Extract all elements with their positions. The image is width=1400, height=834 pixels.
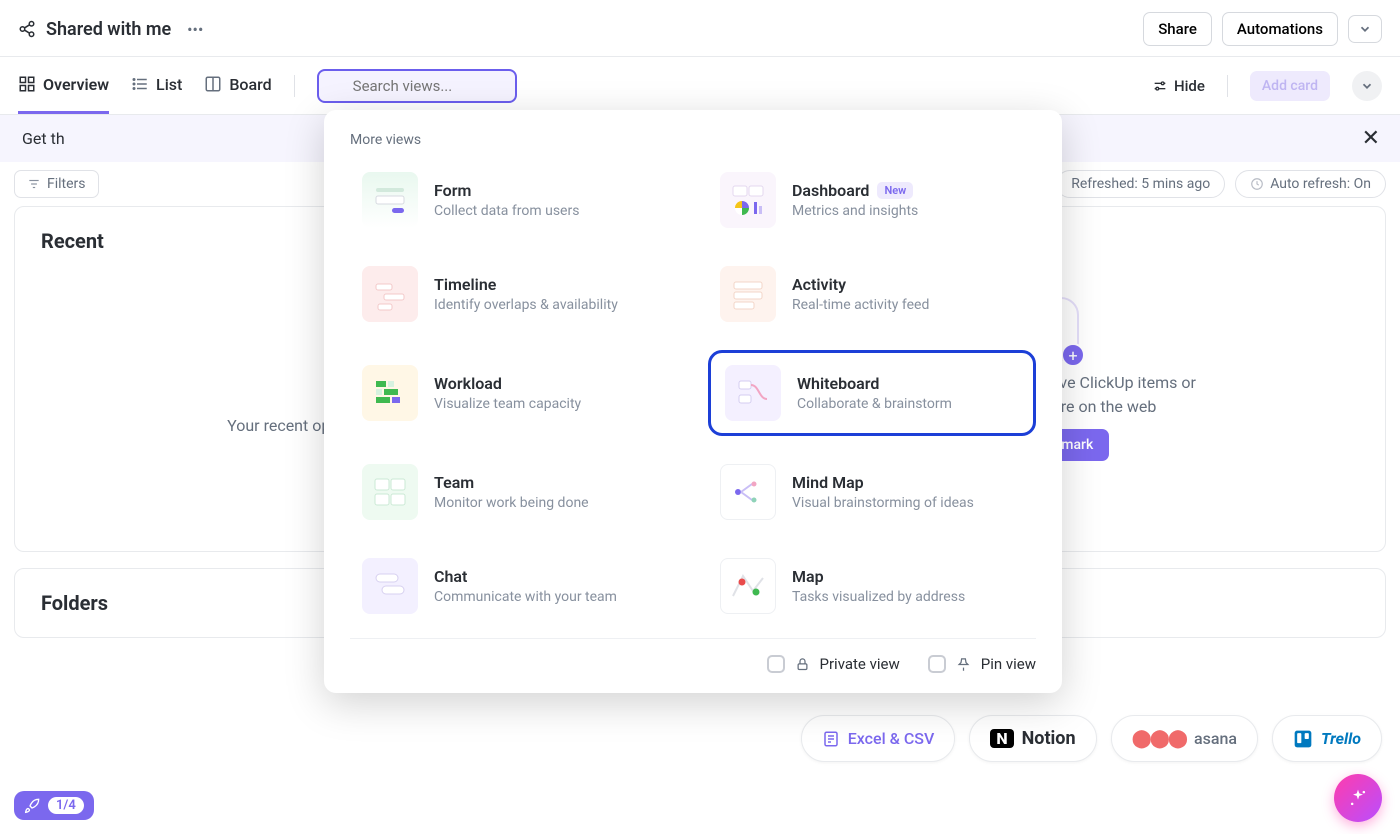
team-thumb-icon — [362, 464, 418, 520]
import-trello-button[interactable]: Trello — [1272, 715, 1382, 762]
view-option-activity[interactable]: Activity Real-time activity feed — [708, 256, 1036, 332]
share-network-icon — [18, 20, 36, 38]
whiteboard-thumb-icon — [725, 365, 781, 421]
dashboard-thumb-icon — [720, 172, 776, 228]
activity-thumb-icon — [720, 266, 776, 322]
page-title: Shared with me — [46, 19, 171, 40]
pin-view-toggle[interactable]: Pin view — [928, 655, 1036, 673]
view-option-whiteboard[interactable]: Whiteboard Collaborate & brainstorm — [708, 350, 1036, 436]
top-bar: Shared with me ••• Share Automations — [0, 0, 1400, 57]
tabs-bar: Overview List Board Hide Add card — [0, 57, 1400, 115]
rocket-icon — [24, 798, 40, 814]
tab-list[interactable]: List — [131, 57, 182, 114]
import-asana-button[interactable]: ⬤⬤⬤ asana — [1111, 715, 1258, 762]
mindmap-thumb-icon — [720, 464, 776, 520]
views-popup: More views Form Collect data from users … — [324, 110, 1062, 693]
import-excel-button[interactable]: Excel & CSV — [801, 715, 956, 762]
auto-refresh-chip[interactable]: Auto refresh: On — [1235, 170, 1386, 198]
filters-button[interactable]: Filters — [14, 170, 99, 198]
plus-badge-icon: + — [1061, 343, 1085, 367]
import-row: Excel & CSV N Notion ⬤⬤⬤ asana Trello — [801, 715, 1382, 762]
view-option-chat[interactable]: Chat Communicate with your team — [350, 548, 678, 624]
view-option-team[interactable]: Team Monitor work being done — [350, 454, 678, 530]
lock-icon — [795, 657, 810, 672]
banner-text: Get th — [22, 129, 65, 148]
chat-thumb-icon — [362, 558, 418, 614]
add-card-more-button[interactable] — [1352, 71, 1382, 101]
view-option-mindmap[interactable]: Mind Map Visual brainstorming of ideas — [708, 454, 1036, 530]
banner-close-button[interactable]: ✕ — [1362, 126, 1380, 151]
checkbox-icon — [767, 655, 785, 673]
view-option-dashboard[interactable]: Dashboard New Metrics and insights — [708, 162, 1036, 238]
import-notion-button[interactable]: N Notion — [969, 715, 1096, 762]
private-view-toggle[interactable]: Private view — [767, 655, 900, 673]
tab-overview[interactable]: Overview — [18, 57, 109, 114]
share-button[interactable]: Share — [1143, 12, 1212, 46]
view-option-form[interactable]: Form Collect data from users — [350, 162, 678, 238]
popup-title: More views — [350, 132, 1036, 148]
trello-logo-icon — [1293, 729, 1313, 749]
search-views-wrap — [317, 69, 517, 103]
pin-icon — [956, 657, 971, 672]
automations-button[interactable]: Automations — [1222, 12, 1338, 46]
tab-divider — [294, 75, 295, 97]
more-options-button[interactable]: ••• — [181, 18, 209, 41]
checkbox-icon — [928, 655, 946, 673]
list-icon — [131, 75, 149, 93]
sparkle-icon — [1348, 788, 1368, 808]
onboarding-progress-button[interactable]: 1/4 — [14, 791, 94, 820]
ai-fab-button[interactable] — [1334, 774, 1382, 822]
new-badge: New — [877, 182, 913, 199]
timeline-thumb-icon — [362, 266, 418, 322]
automations-chevron-button[interactable] — [1348, 15, 1382, 43]
add-card-button[interactable]: Add card — [1250, 71, 1330, 101]
refreshed-chip[interactable]: Refreshed: 5 mins ago — [1056, 170, 1225, 198]
onboarding-count: 1/4 — [48, 797, 84, 814]
view-option-map[interactable]: Map Tasks visualized by address — [708, 548, 1036, 624]
overview-icon — [18, 75, 36, 93]
form-thumb-icon — [362, 172, 418, 228]
map-thumb-icon — [720, 558, 776, 614]
tab-board[interactable]: Board — [204, 57, 271, 114]
board-icon — [204, 75, 222, 93]
notion-logo-icon: N — [990, 729, 1013, 748]
view-option-timeline[interactable]: Timeline Identify overlaps & availabilit… — [350, 256, 678, 332]
asana-logo-icon: ⬤⬤⬤ — [1132, 728, 1186, 749]
workload-thumb-icon — [362, 365, 418, 421]
hide-button[interactable]: Hide — [1152, 77, 1205, 95]
view-option-workload[interactable]: Workload Visualize team capacity — [350, 350, 678, 436]
search-views-input[interactable] — [317, 69, 517, 103]
